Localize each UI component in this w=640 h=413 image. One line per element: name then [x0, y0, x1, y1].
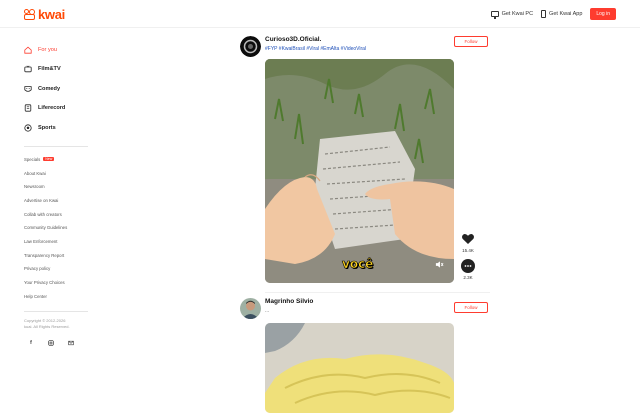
sidebar-divider [24, 311, 88, 313]
kwai-logo[interactable]: kwai [24, 7, 65, 22]
phone-icon [541, 10, 547, 18]
nav-label: Comedy [38, 85, 61, 92]
nav-item-film-tv[interactable]: Film&TV [24, 60, 88, 80]
video-player[interactable]: você [265, 59, 454, 283]
sidebar-divider [24, 145, 88, 147]
social-links: f [28, 340, 88, 346]
post-caption[interactable]: #FYP #KwaiBrasil #Viral #EmAlta #VideoVi… [265, 46, 366, 52]
post-actions: 15.4K 2.3K [460, 232, 476, 286]
sidebar: For you Film&TV Comedy Liferecord Sports… [24, 40, 88, 346]
footer-link-transparency[interactable]: Transparency Report [24, 248, 88, 262]
video-post: Curioso3D.Oficial. #FYP #KwaiBrasil #Vir… [240, 36, 490, 292]
monitor-icon [490, 11, 499, 19]
nav-label: Sports [38, 124, 56, 131]
post-divider [265, 292, 490, 293]
instagram-icon[interactable] [48, 340, 54, 346]
nav-item-liferecord[interactable]: Liferecord [24, 99, 88, 119]
top-actions: Get Kwai PC Get Kwai App Log in [490, 8, 616, 20]
ball-icon [24, 124, 32, 132]
footer-link-guidelines[interactable]: Community Guidelines [24, 221, 88, 235]
like-button[interactable] [461, 232, 475, 246]
get-kwai-app-link[interactable]: Get Kwai App [541, 10, 582, 18]
comment-icon [464, 265, 472, 267]
footer-link-privacy-choices[interactable]: Your Privacy Choices [24, 276, 88, 290]
nav-label: Liferecord [38, 105, 66, 112]
footer-link-law-enforcement[interactable]: Law Enforcement [24, 235, 88, 249]
get-kwai-pc-link[interactable]: Get Kwai PC [490, 11, 534, 19]
heart-icon [461, 234, 475, 244]
footer-link-help-center[interactable]: Help Center [24, 289, 88, 303]
like-count: 15.4K [462, 248, 474, 253]
post-caption[interactable]: ... [265, 308, 269, 314]
video-frame [265, 59, 454, 283]
footer-link-newsroom[interactable]: Newsroom [24, 180, 88, 194]
comment-button[interactable] [461, 259, 475, 273]
get-kwai-pc-label: Get Kwai PC [501, 11, 534, 17]
logo-text: kwai [38, 7, 65, 22]
comedy-icon [24, 85, 32, 92]
footer-link-collab[interactable]: Collab with creators [24, 207, 88, 221]
copyright-text: Copyright © 2012-2026 kuai. All Rights R… [24, 318, 88, 330]
nav-item-for-you[interactable]: For you [24, 40, 88, 60]
specials-link[interactable]: Specials New [24, 153, 88, 167]
top-bar: kwai Get Kwai PC Get Kwai App Log in [0, 0, 640, 28]
nav-label: For you [38, 46, 57, 53]
tv-icon [24, 65, 32, 73]
nav-label: Film&TV [38, 66, 61, 73]
avatar[interactable] [240, 36, 261, 57]
footer-link-advertise[interactable]: Advertise on Kwai [24, 194, 88, 208]
comment-count: 2.3K [463, 275, 473, 280]
follow-button[interactable]: Follow [454, 302, 488, 313]
notebook-icon [24, 104, 32, 112]
email-icon[interactable] [68, 340, 74, 346]
get-kwai-app-label: Get Kwai App [549, 11, 583, 17]
avatar[interactable] [240, 298, 261, 319]
author-name[interactable]: Magrinho Silvio [265, 298, 313, 305]
video-post: Magrinho Silvio ... Follow [240, 298, 490, 413]
author-name[interactable]: Curioso3D.Oficial. [265, 36, 321, 43]
home-icon [24, 46, 32, 54]
footer-link-privacy-policy[interactable]: Privacy policy [24, 262, 88, 276]
facebook-icon[interactable]: f [28, 340, 34, 346]
nav-item-sports[interactable]: Sports [24, 118, 88, 138]
mute-icon[interactable] [435, 260, 444, 269]
login-button[interactable]: Log in [590, 8, 616, 20]
new-badge: New [43, 157, 55, 162]
kwai-logo-icon [24, 9, 35, 20]
footer-link-about[interactable]: About Kwai [24, 166, 88, 180]
follow-button[interactable]: Follow [454, 36, 488, 47]
specials-label: Specials [24, 156, 41, 162]
nav-item-comedy[interactable]: Comedy [24, 79, 88, 99]
copyright-line: kuai. All Rights Reserved. [24, 324, 70, 330]
video-subtitle: você [342, 257, 374, 272]
